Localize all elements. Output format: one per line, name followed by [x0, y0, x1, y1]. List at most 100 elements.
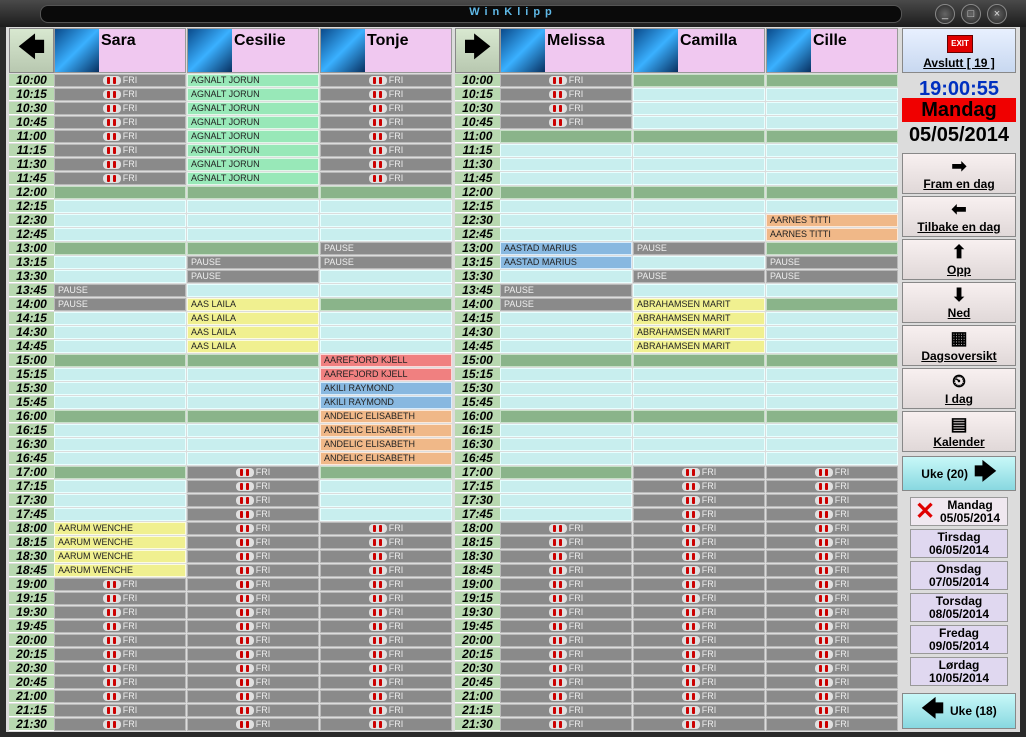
- free-slot[interactable]: FRI: [633, 466, 765, 479]
- free-slot[interactable]: FRI: [500, 620, 632, 633]
- free-slot[interactable]: FRI: [766, 620, 898, 633]
- free-slot[interactable]: FRI: [187, 606, 319, 619]
- free-slot[interactable]: FRI: [320, 172, 452, 185]
- free-slot[interactable]: FRI: [766, 466, 898, 479]
- free-slot[interactable]: FRI: [320, 74, 452, 87]
- booking-slot[interactable]: AGNALT JORUN: [187, 88, 319, 101]
- free-slot[interactable]: FRI: [54, 88, 186, 101]
- empty-slot[interactable]: [766, 354, 898, 367]
- empty-slot[interactable]: [766, 340, 898, 353]
- empty-slot[interactable]: [500, 172, 632, 185]
- day-button[interactable]: ✕ Mandag 05/05/2014: [910, 497, 1008, 526]
- free-slot[interactable]: FRI: [500, 74, 632, 87]
- empty-slot[interactable]: [54, 242, 186, 255]
- free-slot[interactable]: FRI: [633, 550, 765, 563]
- empty-slot[interactable]: [54, 382, 186, 395]
- free-slot[interactable]: FRI: [500, 116, 632, 129]
- free-slot[interactable]: FRI: [766, 522, 898, 535]
- empty-slot[interactable]: [320, 298, 452, 311]
- booking-slot[interactable]: ABRAHAMSEN MARIT: [633, 326, 765, 339]
- booking-slot[interactable]: ANDELIC ELISABETH: [320, 438, 452, 451]
- maximize-icon[interactable]: □: [961, 4, 981, 24]
- empty-slot[interactable]: [500, 396, 632, 409]
- exit-button[interactable]: EXIT Avslutt [ 19 ]: [902, 28, 1016, 73]
- day-button[interactable]: Tirsdag 06/05/2014: [910, 529, 1008, 558]
- booking-slot[interactable]: AARUM WENCHE: [54, 522, 186, 535]
- sidebar-button-fram-en-dag[interactable]: ➡ Fram en dag: [902, 153, 1016, 194]
- empty-slot[interactable]: [500, 158, 632, 171]
- booking-slot[interactable]: AGNALT JORUN: [187, 102, 319, 115]
- empty-slot[interactable]: [187, 368, 319, 381]
- free-slot[interactable]: FRI: [633, 522, 765, 535]
- empty-slot[interactable]: [500, 340, 632, 353]
- empty-slot[interactable]: [500, 452, 632, 465]
- free-slot[interactable]: FRI: [766, 718, 898, 731]
- empty-slot[interactable]: [54, 312, 186, 325]
- free-slot[interactable]: FRI: [766, 592, 898, 605]
- free-slot[interactable]: FRI: [320, 116, 452, 129]
- empty-slot[interactable]: [766, 326, 898, 339]
- staff-header[interactable]: Melissa: [500, 28, 632, 73]
- empty-slot[interactable]: [187, 354, 319, 367]
- free-slot[interactable]: FRI: [320, 704, 452, 717]
- empty-slot[interactable]: [500, 494, 632, 507]
- empty-slot[interactable]: [633, 396, 765, 409]
- staff-header[interactable]: Camilla: [633, 28, 765, 73]
- free-slot[interactable]: FRI: [633, 648, 765, 661]
- free-slot[interactable]: FRI: [54, 74, 186, 87]
- staff-header[interactable]: Cille: [766, 28, 898, 73]
- empty-slot[interactable]: [500, 480, 632, 493]
- empty-slot[interactable]: [500, 214, 632, 227]
- free-slot[interactable]: FRI: [633, 662, 765, 675]
- empty-slot[interactable]: [54, 424, 186, 437]
- free-slot[interactable]: FRI: [54, 172, 186, 185]
- empty-slot[interactable]: [500, 228, 632, 241]
- free-slot[interactable]: FRI: [766, 704, 898, 717]
- free-slot[interactable]: FRI: [187, 592, 319, 605]
- free-slot[interactable]: FRI: [633, 704, 765, 717]
- free-slot[interactable]: FRI: [633, 494, 765, 507]
- empty-slot[interactable]: [500, 508, 632, 521]
- empty-slot[interactable]: [320, 494, 452, 507]
- empty-slot[interactable]: [54, 494, 186, 507]
- empty-slot[interactable]: [187, 410, 319, 423]
- sidebar-button-i-dag[interactable]: ⏲ I dag: [902, 368, 1016, 409]
- empty-slot[interactable]: [766, 200, 898, 213]
- free-slot[interactable]: FRI: [187, 718, 319, 731]
- booking-slot[interactable]: AARUM WENCHE: [54, 550, 186, 563]
- empty-slot[interactable]: [500, 438, 632, 451]
- empty-slot[interactable]: [766, 74, 898, 87]
- free-slot[interactable]: FRI: [766, 662, 898, 675]
- empty-slot[interactable]: [500, 312, 632, 325]
- free-slot[interactable]: FRI: [633, 620, 765, 633]
- staff-header[interactable]: Cesilie: [187, 28, 319, 73]
- minimize-icon[interactable]: _: [935, 4, 955, 24]
- free-slot[interactable]: FRI: [500, 704, 632, 717]
- free-slot[interactable]: FRI: [633, 634, 765, 647]
- empty-slot[interactable]: [500, 424, 632, 437]
- booking-slot[interactable]: AGNALT JORUN: [187, 116, 319, 129]
- empty-slot[interactable]: [766, 284, 898, 297]
- empty-slot[interactable]: [187, 424, 319, 437]
- empty-slot[interactable]: [54, 396, 186, 409]
- empty-slot[interactable]: [766, 438, 898, 451]
- booking-slot[interactable]: ANDELIC ELISABETH: [320, 410, 452, 423]
- staff-header[interactable]: Tonje: [320, 28, 452, 73]
- empty-slot[interactable]: [187, 396, 319, 409]
- empty-slot[interactable]: [633, 452, 765, 465]
- pause-slot[interactable]: PAUSE: [187, 256, 319, 269]
- empty-slot[interactable]: [633, 256, 765, 269]
- free-slot[interactable]: FRI: [320, 550, 452, 563]
- empty-slot[interactable]: [54, 256, 186, 269]
- free-slot[interactable]: FRI: [500, 662, 632, 675]
- booking-slot[interactable]: ABRAHAMSEN MARIT: [633, 340, 765, 353]
- free-slot[interactable]: FRI: [633, 564, 765, 577]
- free-slot[interactable]: FRI: [187, 648, 319, 661]
- pause-slot[interactable]: PAUSE: [633, 242, 765, 255]
- free-slot[interactable]: FRI: [54, 648, 186, 661]
- free-slot[interactable]: FRI: [500, 592, 632, 605]
- booking-slot[interactable]: AGNALT JORUN: [187, 144, 319, 157]
- free-slot[interactable]: FRI: [187, 508, 319, 521]
- empty-slot[interactable]: [500, 466, 632, 479]
- empty-slot[interactable]: [320, 326, 452, 339]
